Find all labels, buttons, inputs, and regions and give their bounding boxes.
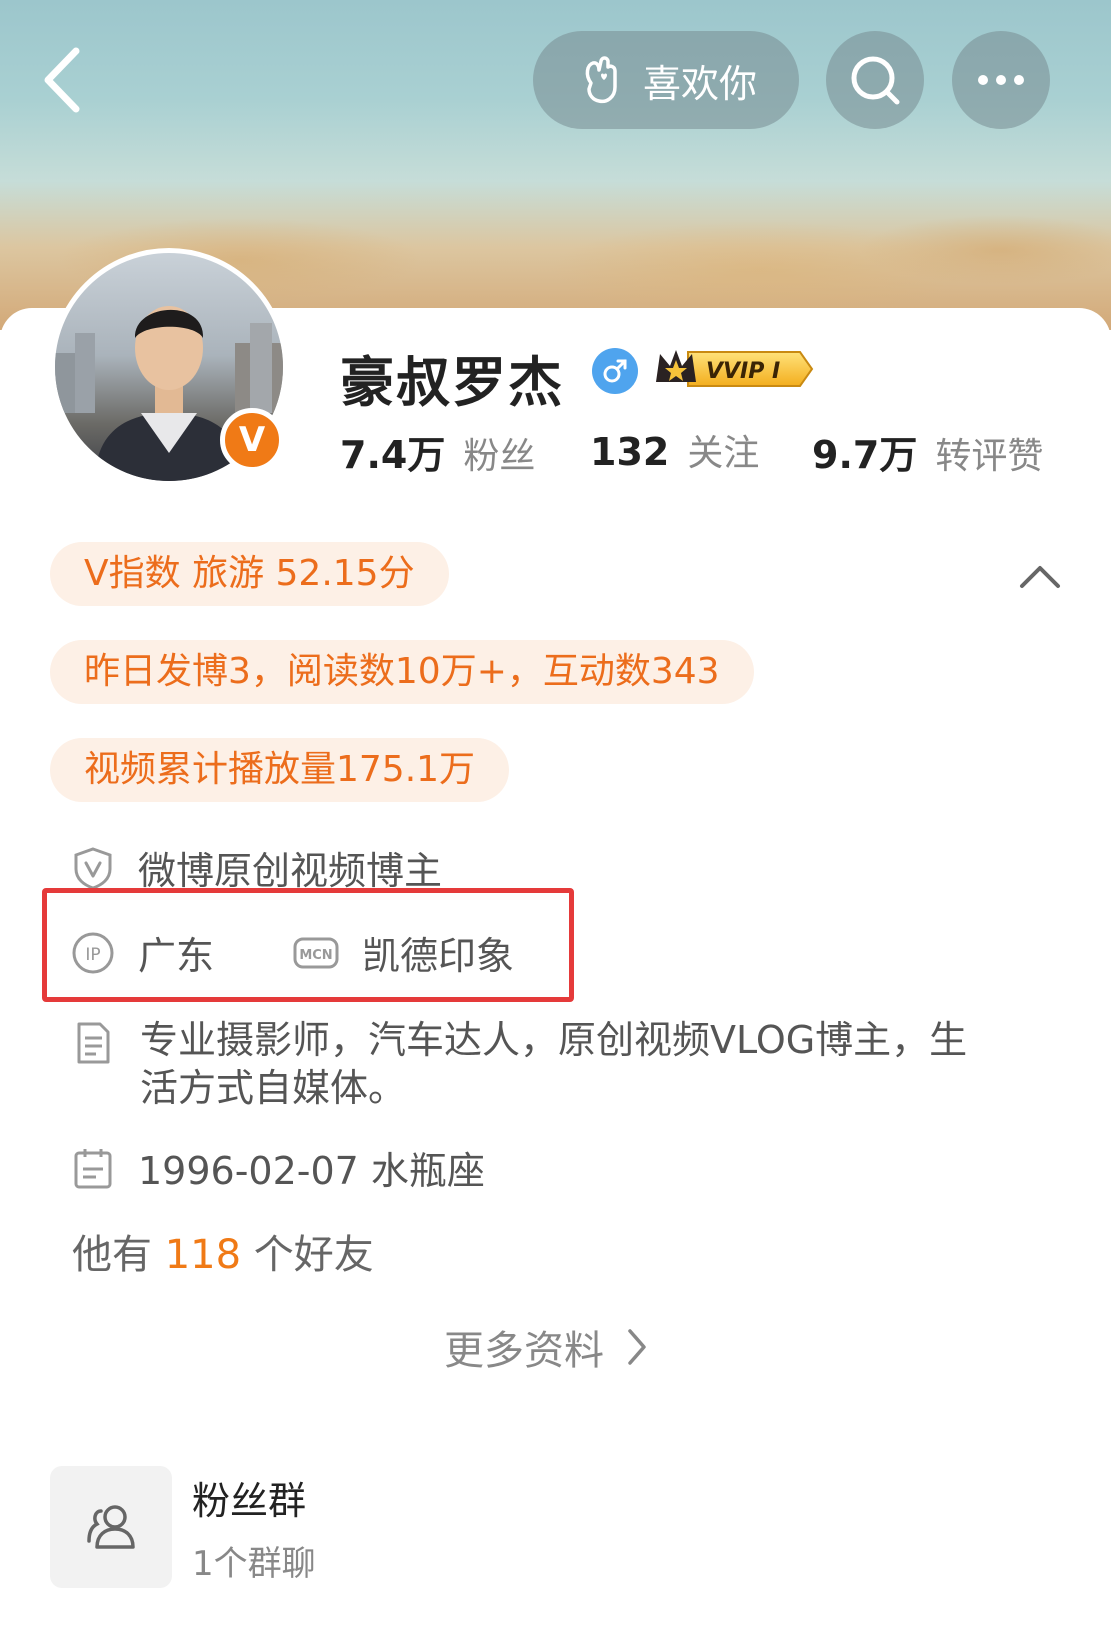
vvip-badge[interactable]: VVIP I	[652, 344, 814, 394]
v-index-tag[interactable]: V指数 旅游 52.15分	[50, 542, 449, 606]
verified-v-badge: V	[220, 408, 284, 472]
like-you-button[interactable]: 喜欢你	[533, 31, 799, 129]
male-icon	[592, 348, 638, 394]
bio-text: 专业摄影师，汽车达人，原创视频VLOG博主，生活方式自媒体。	[140, 1018, 968, 1110]
more-options-button[interactable]	[952, 31, 1050, 129]
ellipsis-icon	[978, 75, 1024, 85]
collapse-button[interactable]	[1018, 560, 1062, 590]
more-info-label: 更多资料	[444, 1328, 604, 1374]
friends-prefix: 他有	[72, 1232, 152, 1278]
svg-text:MCN: MCN	[299, 948, 332, 963]
like-you-label: 喜欢你	[642, 61, 757, 106]
document-icon	[70, 1020, 116, 1066]
user-name: 豪叔罗杰	[340, 351, 564, 414]
chevron-right-icon	[628, 1329, 646, 1365]
mcn-name[interactable]: 凯德印象	[362, 925, 514, 980]
certification-text: 微博原创视频博主	[138, 849, 443, 893]
stat-engagement[interactable]: 9.7万 转评赞	[812, 424, 1043, 479]
stat-label: 关注	[687, 433, 760, 474]
mcn-icon: MCN	[292, 930, 340, 976]
stat-label: 转评赞	[935, 436, 1044, 477]
ip-icon: IP	[70, 930, 116, 976]
friends-suffix: 个好友	[253, 1232, 374, 1278]
group-users-icon	[87, 1505, 135, 1549]
yesterday-stats-tag[interactable]: 昨日发博3，阅读数10万+，互动数343	[50, 640, 754, 704]
ip-location: 广东	[138, 934, 215, 978]
ip-row: IP 广东 MCN 凯德印象	[70, 925, 514, 980]
more-info-link[interactable]: 更多资料	[444, 1318, 650, 1376]
svg-text:VVIP I: VVIP I	[706, 359, 780, 384]
chevron-left-icon	[44, 47, 80, 113]
stat-label: 粉丝	[463, 436, 536, 477]
search-button[interactable]	[826, 31, 924, 129]
friends-row[interactable]: 他有 118 个好友	[72, 1222, 374, 1280]
stat-following[interactable]: 132 关注	[590, 424, 759, 476]
birthday-text: 1996-02-07 水瓶座	[138, 1149, 485, 1193]
bio-row: 专业摄影师，汽车达人，原创视频VLOG博主，生活方式自媒体。	[70, 1016, 1000, 1112]
stat-value: 132	[590, 430, 670, 474]
stat-value: 7.4万	[340, 433, 446, 477]
friends-count: 118	[164, 1232, 242, 1278]
birthday-row: 1996-02-07 水瓶座	[70, 1140, 485, 1195]
certification-row: 微博原创视频博主	[70, 840, 442, 895]
shield-v-icon	[70, 845, 116, 891]
calendar-icon	[70, 1145, 116, 1191]
stat-value: 9.7万	[812, 433, 918, 477]
fan-group-icon[interactable]	[50, 1466, 172, 1588]
search-icon	[851, 56, 900, 105]
stat-followers[interactable]: 7.4万 粉丝	[340, 424, 535, 479]
svg-text:IP: IP	[85, 945, 100, 965]
video-total-tag[interactable]: 视频累计播放量175.1万	[50, 738, 510, 802]
fan-group-title[interactable]: 粉丝群	[192, 1470, 306, 1525]
chevron-up-icon	[1020, 566, 1060, 588]
hand-heart-icon	[585, 56, 617, 104]
back-button[interactable]	[38, 45, 88, 115]
fan-group-subtitle: 1个群聊	[192, 1544, 316, 1584]
